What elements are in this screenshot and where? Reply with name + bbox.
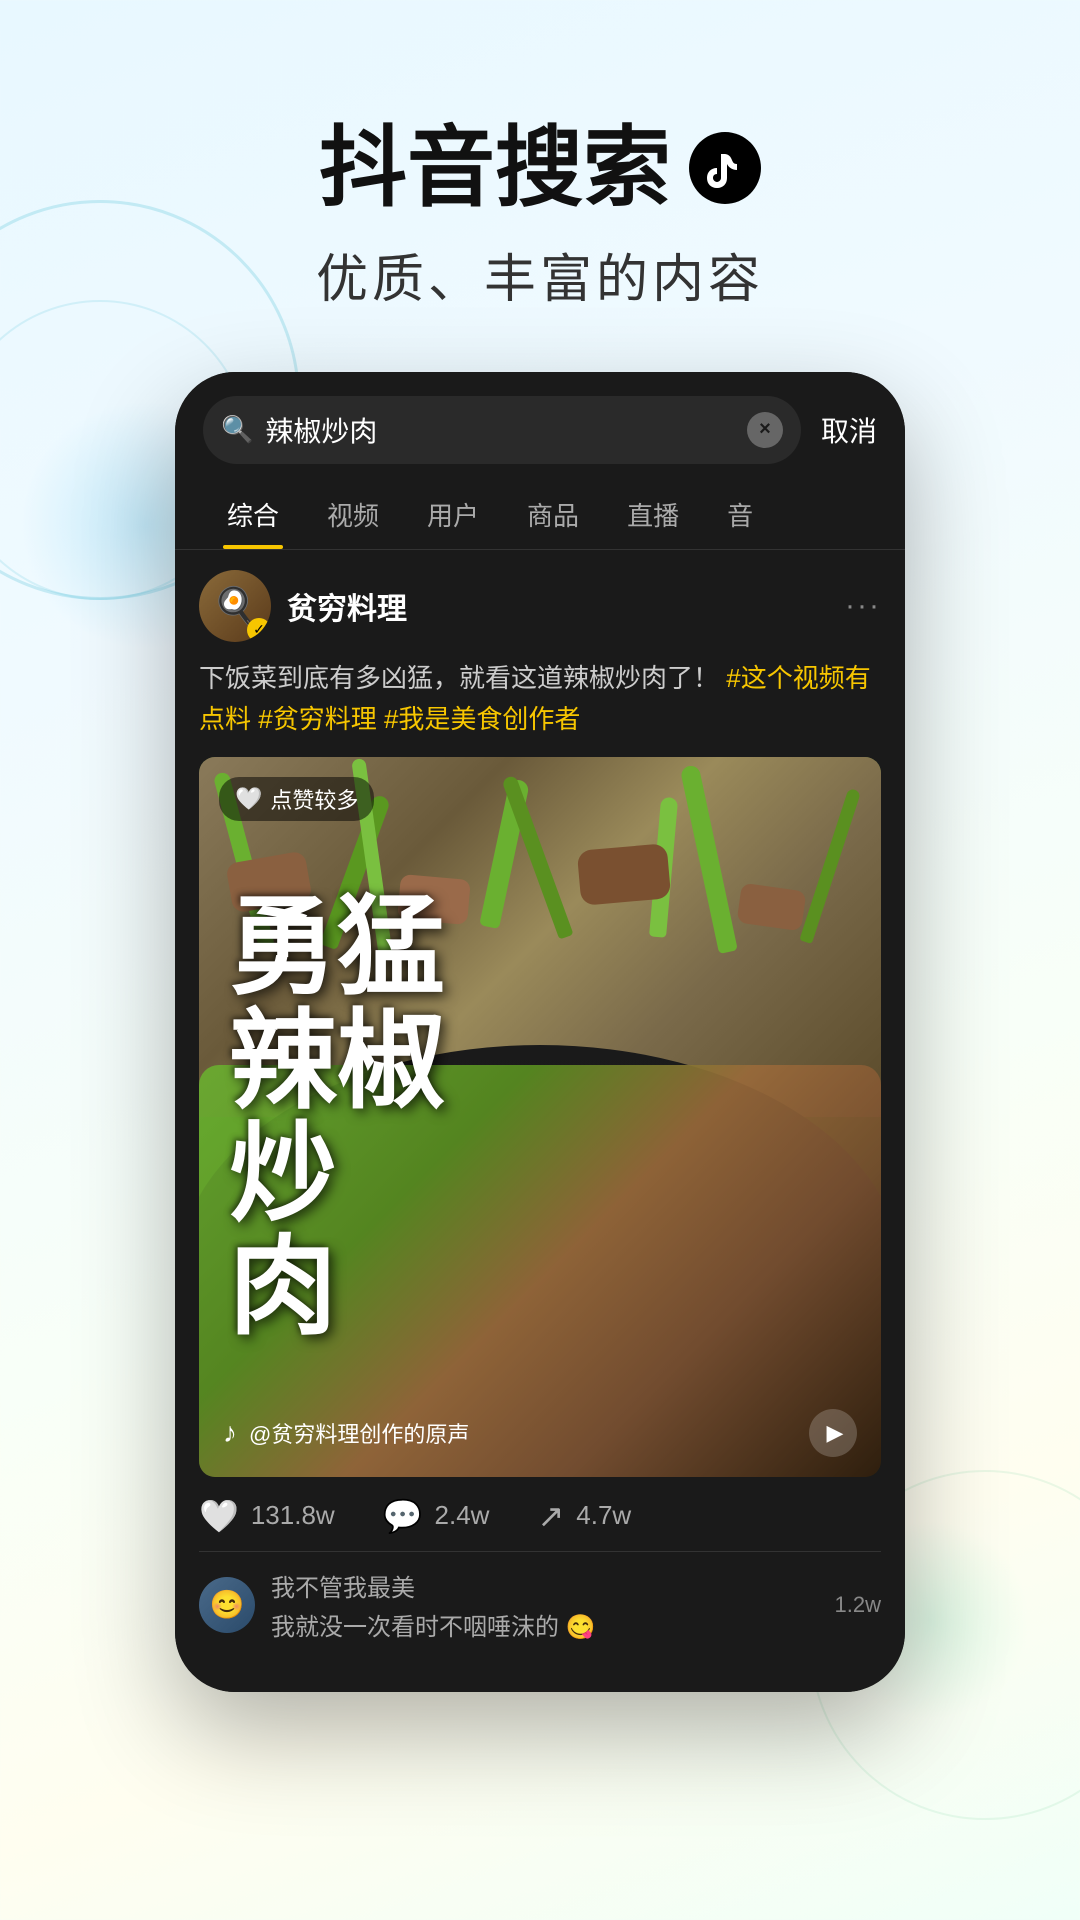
search-input-wrapper[interactable]: 🔍 辣椒炒肉 × — [203, 396, 801, 464]
audio-text: @贫穷料理创作的原声 — [249, 1417, 469, 1449]
phone-screen: 🔍 辣椒炒肉 × 取消 综合 视频 用户 商品 — [175, 372, 905, 1692]
play-button[interactable]: ▶ — [809, 1409, 857, 1457]
stat-shares[interactable]: ↗ 4.7w — [537, 1497, 631, 1535]
verified-badge: ✓ — [247, 618, 271, 642]
tab-comprehensive[interactable]: 综合 — [203, 480, 303, 549]
tab-user[interactable]: 用户 — [403, 480, 503, 549]
shares-count: 4.7w — [576, 1500, 631, 1531]
search-bar: 🔍 辣椒炒肉 × 取消 — [175, 372, 905, 480]
post-description: 下饭菜到底有多凶猛，就看这道辣椒炒肉了！ #这个视频有点料 #贫穷料理 #我是美… — [199, 658, 881, 741]
comment-content: 我不管我最美 我就没一次看时不咽唾沫的 😋 — [271, 1568, 819, 1642]
content-area: 🍳 ✓ 贫穷料理 ··· 下饭菜到底有多凶猛，就看这道辣椒炒肉了！ #这个视频有… — [175, 550, 905, 1692]
search-icon: 🔍 — [221, 414, 253, 445]
search-cancel-button[interactable]: 取消 — [821, 410, 877, 450]
phone-mockup-container: 🔍 辣椒炒肉 × 取消 综合 视频 用户 商品 — [0, 372, 1080, 1692]
likes-badge: 🤍 点赞较多 — [219, 777, 374, 821]
search-clear-button[interactable]: × — [747, 412, 783, 448]
tab-audio[interactable]: 音 — [703, 480, 777, 549]
likes-icon: 🤍 — [199, 1497, 239, 1535]
video-overlay-line-1: 勇猛 — [229, 890, 445, 1003]
heart-icon: 🤍 — [235, 786, 262, 812]
user-avatar: 🍳 ✓ — [199, 570, 271, 642]
user-name: 贫穷料理 — [287, 584, 407, 628]
stat-comments[interactable]: 💬 2.4w — [383, 1497, 490, 1535]
tab-video[interactable]: 视频 — [303, 480, 403, 549]
desc-main-text: 下饭菜到底有多凶猛，就看这道辣椒炒肉了！ — [199, 663, 719, 693]
comments-icon: 💬 — [383, 1497, 423, 1535]
video-overlay-line-3: 炒 — [229, 1117, 337, 1230]
play-icon: ▶ — [827, 1420, 844, 1446]
tab-live[interactable]: 直播 — [603, 480, 703, 549]
action-stats-bar: 🤍 131.8w 💬 2.4w ↗ 4.7w — [199, 1477, 881, 1551]
video-thumbnail: 勇猛 辣椒 炒 肉 🤍 点赞较多 ♪ — [199, 757, 881, 1477]
comment-count: 1.2w — [835, 1592, 881, 1618]
likes-badge-text: 点赞较多 — [270, 783, 358, 815]
tiktok-note-icon: ♪ — [223, 1417, 237, 1449]
likes-count: 131.8w — [251, 1500, 335, 1531]
audio-bar: ♪ @贫穷料理创作的原声 ▶ — [199, 1409, 881, 1457]
video-overlay-line-4: 肉 — [229, 1230, 337, 1343]
commenter-name: 我不管我最美 — [271, 1568, 819, 1603]
tiktok-logo-icon — [689, 132, 761, 204]
shares-icon: ↗ — [537, 1497, 564, 1535]
app-title: 抖音搜索 — [0, 120, 1080, 217]
search-query-text: 辣椒炒肉 — [265, 410, 735, 450]
hashtag-3[interactable]: #我是美食创作者 — [384, 704, 580, 734]
comment-text: 我就没一次看时不咽唾沫的 😋 — [271, 1607, 819, 1642]
comments-count: 2.4w — [435, 1500, 490, 1531]
tab-bar: 综合 视频 用户 商品 直播 音 — [175, 480, 905, 550]
stat-likes[interactable]: 🤍 131.8w — [199, 1497, 335, 1535]
video-text-overlay: 勇猛 辣椒 炒 肉 — [199, 757, 881, 1477]
video-overlay-line-2: 辣椒 — [229, 1004, 445, 1117]
hashtag-2[interactable]: #贫穷料理 — [258, 704, 376, 734]
tab-product[interactable]: 商品 — [503, 480, 603, 549]
app-title-text: 抖音搜索 — [319, 120, 671, 217]
audio-info: ♪ @贫穷料理创作的原声 — [223, 1417, 469, 1449]
commenter-avatar: 😊 — [199, 1577, 255, 1633]
comment-preview: 😊 我不管我最美 我就没一次看时不咽唾沫的 😋 1.2w — [199, 1551, 881, 1642]
app-subtitle: 优质、丰富的内容 — [0, 237, 1080, 312]
header-section: 抖音搜索 优质、丰富的内容 — [0, 0, 1080, 312]
phone-mockup: 🔍 辣椒炒肉 × 取消 综合 视频 用户 商品 — [175, 372, 905, 1692]
user-card: 🍳 ✓ 贫穷料理 ··· — [199, 570, 881, 642]
video-card[interactable]: 勇猛 辣椒 炒 肉 🤍 点赞较多 ♪ — [199, 757, 881, 1477]
more-options-button[interactable]: ··· — [845, 589, 881, 623]
